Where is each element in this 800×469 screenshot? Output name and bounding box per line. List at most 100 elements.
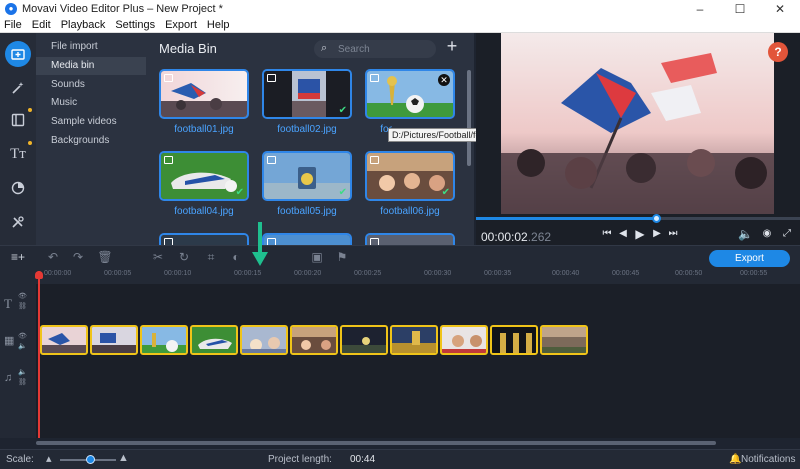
zoom-in-icon[interactable]: ▲ <box>118 452 129 464</box>
volume-icon[interactable]: 🔈 <box>738 227 753 241</box>
add-media-button[interactable]: + <box>444 37 460 55</box>
category-music[interactable]: Music <box>36 94 146 112</box>
preview-panel: ? 00:00:02.262 ⏮ ◀ ▶ ▶ ⏭ 🔈 ◉ ⤢ <box>476 33 800 245</box>
close-window-icon[interactable]: ✕ <box>760 0 800 18</box>
zoom-out-icon[interactable]: ▴ <box>46 452 52 465</box>
image-type-icon <box>267 238 276 245</box>
transition-icon[interactable] <box>5 107 31 133</box>
left-tool-rail: Tт <box>0 33 36 245</box>
new-indicator-dot <box>28 141 32 145</box>
media-thumb-partial[interactable] <box>159 233 249 245</box>
color-adjust-icon[interactable]: ◐ <box>228 250 244 264</box>
search-box[interactable]: ⌕ <box>314 40 436 58</box>
ruler-tick: 00:00:00 <box>44 270 72 277</box>
timeline-ruler[interactable]: 00:00:00 00:00:05 00:00:10 00:00:15 00:0… <box>0 267 800 284</box>
flag-icon[interactable]: ⚑ <box>334 250 350 264</box>
rotate-icon[interactable]: ↻ <box>176 250 192 264</box>
category-sample-videos[interactable]: Sample videos <box>36 113 146 131</box>
media-thumb-football02[interactable]: ✔ <box>262 69 352 119</box>
image-type-icon <box>164 74 173 82</box>
redo-icon[interactable]: ↷ <box>70 250 86 264</box>
timeline-clip[interactable] <box>540 325 588 355</box>
titles-icon[interactable]: Tт <box>5 141 31 167</box>
next-frame-icon[interactable]: ▶ <box>650 227 664 241</box>
notifications-label[interactable]: Notifications <box>741 454 795 465</box>
prev-frame-icon[interactable]: ◀ <box>616 227 630 241</box>
media-label: football06.jpg <box>380 206 440 217</box>
preview-progress-bar[interactable] <box>476 214 800 223</box>
ruler-tick: 00:00:40 <box>552 270 580 277</box>
play-icon[interactable]: ▶ <box>633 227 647 241</box>
window-title: Movavi Video Editor Plus – New Project * <box>22 3 223 15</box>
timeline-clip[interactable] <box>140 325 188 355</box>
scale-slider-knob[interactable] <box>85 455 95 464</box>
category-sounds[interactable]: Sounds <box>36 76 146 94</box>
media-thumb-partial[interactable] <box>262 233 352 245</box>
status-bar: Scale: ▴ ▲ Project length: 00:44 🔔 Notif… <box>0 449 800 469</box>
timeline-clip[interactable] <box>390 325 438 355</box>
category-backgrounds[interactable]: Backgrounds <box>36 132 146 150</box>
minimize-icon[interactable]: – <box>680 0 720 18</box>
media-bin-title: Media Bin <box>159 41 217 56</box>
search-input[interactable] <box>338 42 428 56</box>
menu-file[interactable]: File <box>4 19 22 31</box>
export-button[interactable]: Export <box>709 250 790 267</box>
import-icon[interactable] <box>5 41 31 67</box>
timeline-clip[interactable] <box>340 325 388 355</box>
media-thumb-partial[interactable] <box>365 233 455 245</box>
timeline-clip[interactable] <box>490 325 538 355</box>
mute-icon[interactable]: 🔈 <box>18 342 27 350</box>
magic-wand-icon[interactable] <box>5 75 31 101</box>
media-thumb-football01[interactable] <box>159 69 249 119</box>
media-bin-scrollbar[interactable] <box>467 70 471 166</box>
media-thumb-football06[interactable]: ✔ <box>365 151 455 201</box>
cut-icon[interactable]: ✂ <box>150 250 166 264</box>
media-thumb-football03[interactable]: ✕ <box>365 69 455 119</box>
menu-export[interactable]: Export <box>165 19 197 31</box>
added-check-icon: ✔ <box>338 105 347 116</box>
timeline-clip[interactable] <box>190 325 238 355</box>
timeline-clip[interactable] <box>90 325 138 355</box>
add-track-icon[interactable]: ≡+ <box>10 250 26 264</box>
timeline-scrollbar[interactable] <box>36 441 716 445</box>
menu-playback[interactable]: Playback <box>61 19 106 31</box>
category-file-import[interactable]: File import <box>36 38 146 56</box>
preview-progress-knob[interactable] <box>652 214 662 223</box>
playhead-line[interactable] <box>38 271 40 438</box>
menu-help[interactable]: Help <box>207 19 230 31</box>
timeline-clip[interactable] <box>440 325 488 355</box>
timeline-clip[interactable] <box>40 325 88 355</box>
image-type-icon <box>164 238 173 245</box>
help-button[interactable]: ? <box>768 42 788 62</box>
delete-icon[interactable]: 🗑 <box>97 250 113 264</box>
category-media-bin[interactable]: Media bin <box>36 57 146 75</box>
scale-slider[interactable] <box>60 455 116 464</box>
skip-end-icon[interactable]: ⏭ <box>666 227 680 241</box>
maximize-icon[interactable]: ☐ <box>720 0 760 18</box>
remove-icon[interactable]: ✕ <box>438 74 450 86</box>
ruler-tick: 00:00:15 <box>234 270 262 277</box>
ruler-tick: 00:00:50 <box>675 270 703 277</box>
visibility-icon[interactable]: 👁 <box>18 292 27 300</box>
timeline-clip[interactable] <box>290 325 338 355</box>
fullscreen-icon[interactable]: ⤢ <box>780 227 794 241</box>
timeline-clip[interactable] <box>240 325 288 355</box>
mute-icon[interactable]: 🔈 <box>18 368 27 376</box>
menu-settings[interactable]: Settings <box>115 19 155 31</box>
media-thumb-football04[interactable]: ✔ <box>159 151 249 201</box>
visibility-icon[interactable]: 👁 <box>18 332 27 340</box>
bell-icon[interactable]: 🔔 <box>729 454 741 465</box>
media-icon[interactable]: ▣ <box>309 250 325 264</box>
filters-icon[interactable] <box>5 175 31 201</box>
menu-edit[interactable]: Edit <box>32 19 51 31</box>
undo-icon[interactable]: ↶ <box>45 250 61 264</box>
timeline-tracks[interactable] <box>36 284 800 438</box>
tools-icon[interactable] <box>5 209 31 235</box>
link-icon[interactable]: ⛓ <box>18 302 27 310</box>
crop-icon[interactable]: ⌗ <box>203 250 219 264</box>
preview-progress-fill <box>476 217 658 220</box>
skip-start-icon[interactable]: ⏮ <box>600 227 614 241</box>
link-icon[interactable]: ⛓ <box>18 378 27 386</box>
snapshot-icon[interactable]: ◉ <box>760 227 774 241</box>
media-thumb-football05[interactable]: ✔ <box>262 151 352 201</box>
